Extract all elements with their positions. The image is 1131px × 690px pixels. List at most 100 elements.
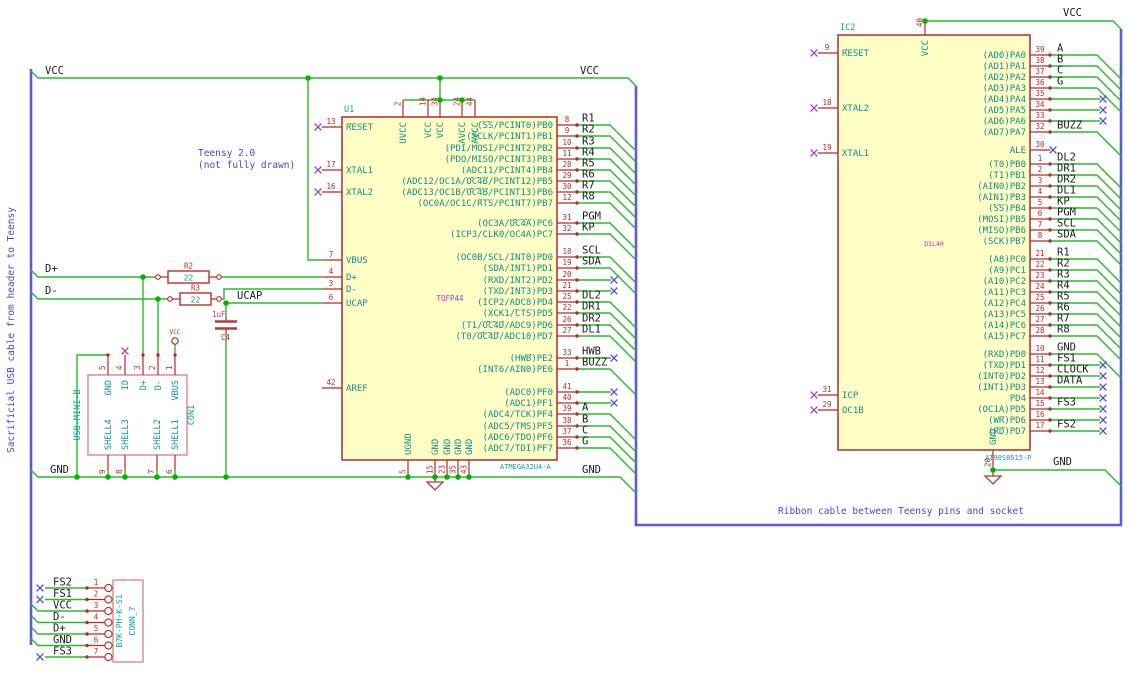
net-label[interactable]: D- bbox=[45, 285, 58, 297]
pin-end-dot bbox=[575, 446, 579, 450]
net-label[interactable]: GND bbox=[53, 634, 72, 646]
net-label[interactable]: FS2 bbox=[53, 577, 72, 589]
pin-name: (AIN1)PB3 bbox=[977, 193, 1026, 203]
pin-number: 30 bbox=[1035, 140, 1045, 149]
pin-end-dot bbox=[1048, 206, 1052, 210]
pin-number: 13 bbox=[326, 117, 335, 126]
net-label[interactable]: GND bbox=[582, 464, 601, 476]
net-label[interactable]: VCC bbox=[1063, 7, 1082, 19]
pin-name: AVCC bbox=[458, 122, 468, 144]
pin-number: 5 bbox=[1038, 198, 1043, 207]
pin-name: (TXD)PD1 bbox=[983, 361, 1026, 371]
component-ref: U1 bbox=[344, 105, 354, 115]
pin-number: 39 bbox=[562, 404, 571, 413]
component-ref: R3 bbox=[191, 284, 200, 293]
pin-number: 39 bbox=[1035, 45, 1044, 54]
pin-name: XTAL1 bbox=[346, 166, 373, 176]
pin-number: 32 bbox=[1035, 122, 1044, 131]
net-label[interactable]: D- bbox=[53, 611, 66, 623]
pin-end-dot bbox=[1048, 64, 1052, 68]
junction-dot bbox=[105, 474, 111, 480]
component-ref: R2 bbox=[184, 262, 193, 271]
pin-number: 3 bbox=[94, 601, 99, 610]
junction-dot bbox=[155, 296, 161, 302]
net-label[interactable]: G bbox=[582, 436, 588, 448]
pin-name: (A15)PC7 bbox=[983, 332, 1026, 342]
note-sacrificial-cable[interactable]: Sacrificial USB cable from header to Tee… bbox=[6, 207, 17, 453]
net-label[interactable]: SDA bbox=[582, 256, 602, 268]
junction-dot bbox=[305, 75, 311, 81]
net-label[interactable]: D+ bbox=[45, 263, 58, 275]
pin-end-dot bbox=[575, 134, 579, 138]
junction-dot bbox=[437, 97, 443, 103]
pin-number: 31 bbox=[562, 213, 571, 222]
pin-number: 8 bbox=[115, 469, 124, 474]
component-value: 22 bbox=[184, 274, 194, 283]
net-label[interactable]: GND bbox=[1053, 456, 1072, 468]
pin-name: (OC3A/OC4A)PC6 bbox=[477, 219, 553, 229]
pin-number: 8 bbox=[565, 115, 570, 124]
net-label[interactable]: FS3 bbox=[53, 646, 72, 658]
pin-end-dot bbox=[1048, 352, 1052, 356]
pin-name: (A10)PC2 bbox=[983, 277, 1026, 287]
net-label[interactable]: FS1 bbox=[53, 588, 72, 600]
pin-end-dot bbox=[1048, 334, 1052, 338]
pin-end-dot bbox=[575, 334, 579, 338]
net-label[interactable]: FS2 bbox=[1057, 419, 1076, 431]
pin-number: 38 bbox=[562, 416, 572, 425]
junction-dot bbox=[140, 274, 146, 280]
note-ribbon-cable[interactable]: Ribbon cable between Teensy pins and soc… bbox=[778, 506, 1024, 517]
note-teensy[interactable]: (not fully drawn) bbox=[198, 160, 295, 171]
pin-name: (T0/OC4D/ADC10)PD7 bbox=[455, 332, 553, 342]
net-label[interactable]: DATA bbox=[1057, 375, 1083, 387]
junction-dot bbox=[922, 18, 928, 24]
pin-number: 32 bbox=[562, 224, 571, 233]
component-value: B7K-PH-K-S1 bbox=[115, 594, 124, 647]
net-label[interactable]: VCC bbox=[53, 600, 72, 612]
net-label[interactable]: R8 bbox=[582, 191, 595, 203]
net-label[interactable]: VCC bbox=[45, 65, 64, 77]
pin-name: (ADC13/OC1B/OC4B/PCINT13)PB6 bbox=[401, 188, 553, 198]
pin-end-dot bbox=[575, 123, 579, 127]
pin-number: 28 bbox=[1035, 326, 1045, 335]
net-label[interactable]: GND bbox=[50, 464, 69, 476]
net-label[interactable]: VCC bbox=[580, 65, 599, 77]
component-ref: CON1 bbox=[187, 405, 197, 425]
net-label[interactable]: DR1 bbox=[582, 301, 601, 313]
pin-name: ID bbox=[121, 380, 131, 390]
net-label[interactable]: BUZZ bbox=[582, 357, 607, 369]
net-label[interactable]: R8 bbox=[1057, 324, 1070, 336]
pin-name: (PDO/MISO/PCINT3)PB3 bbox=[445, 155, 553, 165]
pin-end-dot bbox=[575, 255, 579, 259]
pin-name: (ADC4/TCK)PF4 bbox=[483, 410, 553, 420]
pin-number: 36 bbox=[1035, 78, 1045, 87]
net-label[interactable]: D+ bbox=[53, 623, 66, 635]
pin-number: 42 bbox=[326, 378, 335, 387]
pin-number: 9 bbox=[98, 469, 107, 474]
pin-end-dot bbox=[1048, 312, 1052, 316]
net-label[interactable]: FS3 bbox=[1057, 397, 1076, 409]
pin-number: 23 bbox=[1035, 271, 1044, 280]
pin-number: 29 bbox=[562, 171, 571, 180]
net-label[interactable]: SDA bbox=[1057, 229, 1077, 241]
net-label[interactable]: R2 bbox=[582, 124, 595, 136]
pin-name: (TXD/INT3)PD3 bbox=[483, 287, 553, 297]
pin-end-dot bbox=[575, 356, 579, 360]
pin-number: 10 bbox=[1035, 344, 1045, 353]
pin-name: (SS/PCINT0)PB0 bbox=[477, 121, 553, 131]
net-label[interactable]: DL1 bbox=[582, 324, 601, 336]
net-label[interactable]: G bbox=[1057, 76, 1063, 88]
component-ref: C4 bbox=[221, 333, 231, 342]
net-label[interactable]: BUZZ bbox=[1057, 120, 1082, 132]
pin-number: 1 bbox=[565, 359, 570, 368]
pin-end-dot bbox=[1048, 385, 1052, 389]
pin-number: 17 bbox=[1035, 421, 1044, 430]
net-label[interactable]: KP bbox=[582, 222, 595, 234]
pin-name: RESET bbox=[346, 123, 374, 133]
pin-end-dot bbox=[575, 278, 579, 282]
note-teensy[interactable]: Teensy 2.0 bbox=[198, 148, 255, 159]
pin-number: 3 bbox=[133, 365, 142, 370]
net-label[interactable]: UCAP bbox=[237, 290, 262, 302]
net-label[interactable]: A bbox=[582, 402, 589, 414]
pin-name: SHELL3 bbox=[121, 419, 131, 450]
